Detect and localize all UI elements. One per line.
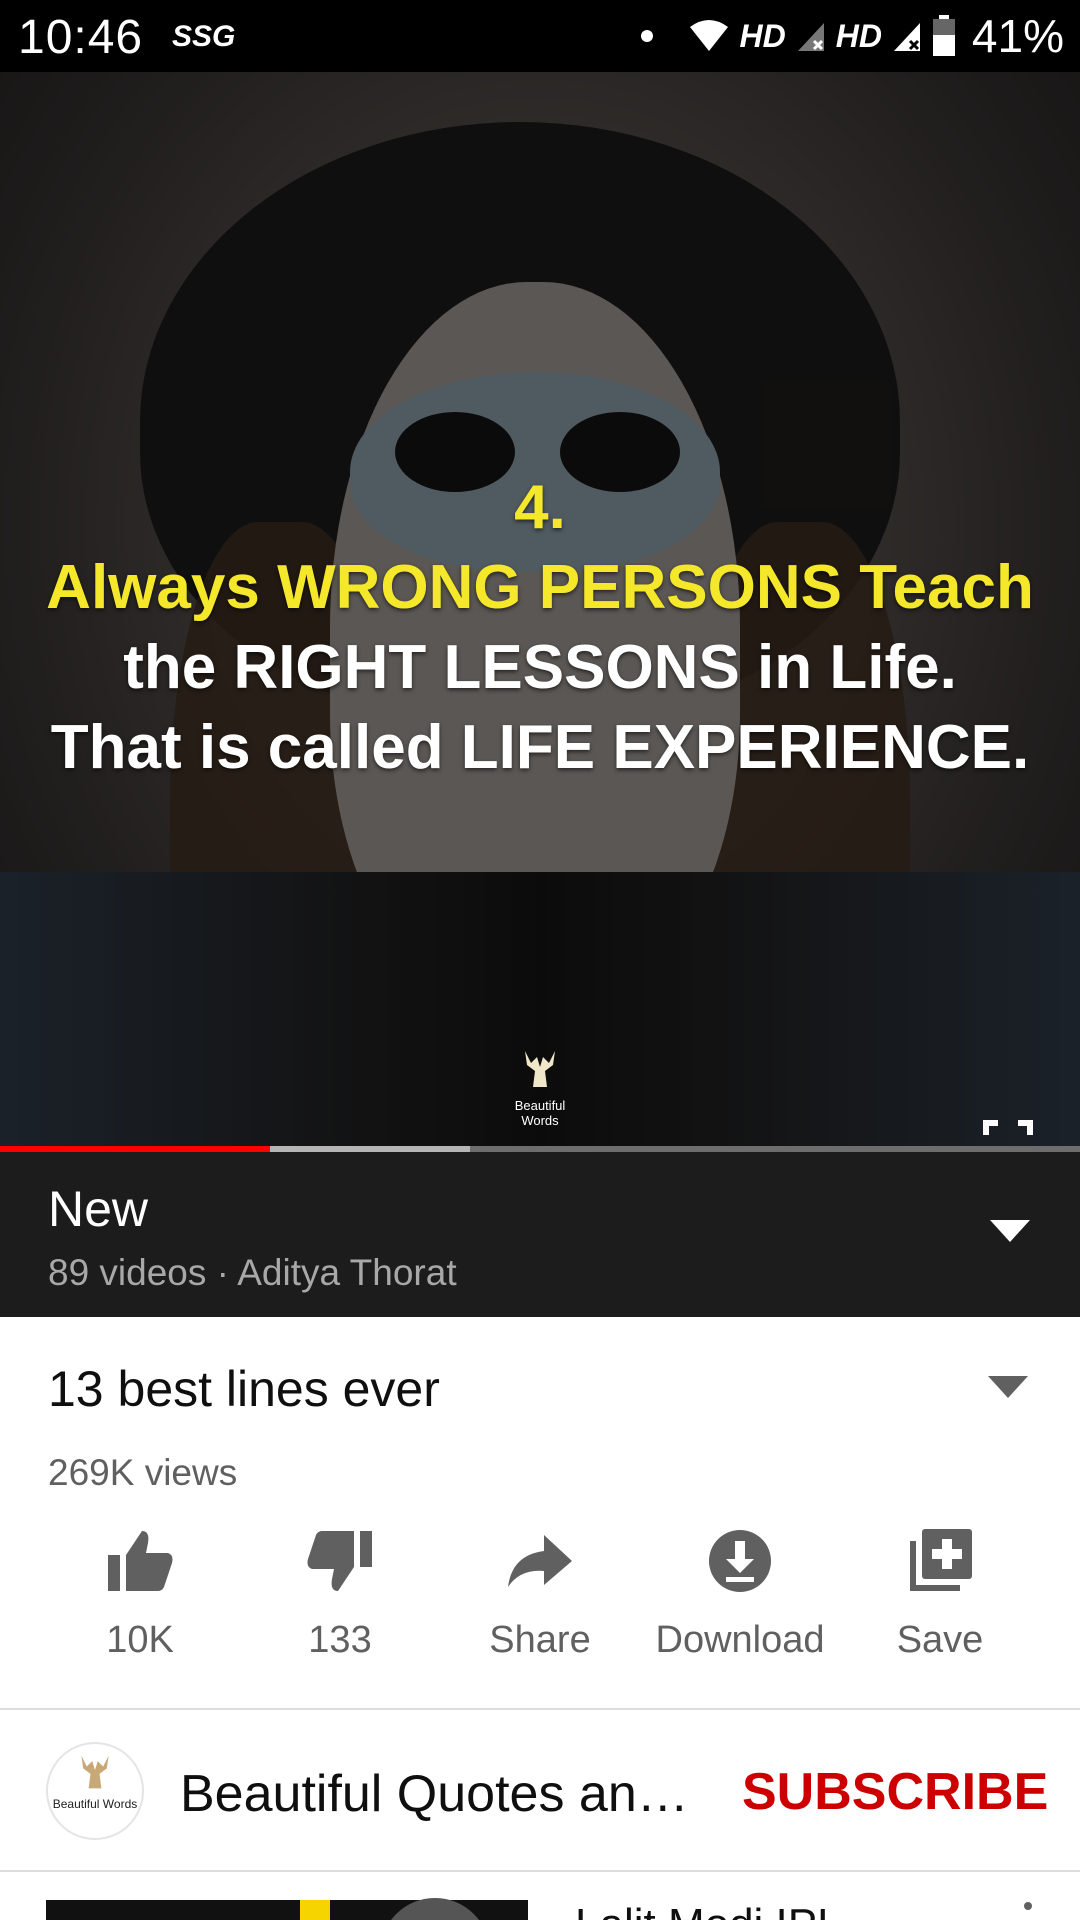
playlist-title: New — [48, 1181, 149, 1237]
like-count: 10K — [106, 1619, 174, 1661]
save-label: Save — [896, 1619, 984, 1661]
dislike-count: 133 — [308, 1619, 372, 1661]
wifi-icon — [690, 20, 729, 51]
playlist-header[interactable]: New 89 videos · Aditya Thorat — [0, 1152, 1080, 1317]
share-button[interactable]: Share — [440, 1525, 640, 1662]
share-icon — [508, 1535, 572, 1587]
channel-avatar[interactable]: Beautiful Words — [46, 1742, 144, 1840]
battery-percent: 41% — [971, 10, 1064, 62]
channel-name[interactable]: Beautiful Quotes an… — [180, 1764, 689, 1824]
channel-row[interactable]: Beautiful Words Beautiful Quotes an… SUB… — [0, 1712, 1080, 1872]
divider — [0, 1708, 1080, 1710]
thumb-down-icon — [307, 1531, 372, 1591]
save-button[interactable]: Save — [840, 1525, 1040, 1662]
deer-logo-icon — [525, 1051, 555, 1087]
video-title[interactable]: 13 best lines ever — [48, 1360, 440, 1418]
download-label: Download — [655, 1619, 825, 1661]
battery-icon — [932, 15, 955, 56]
dislike-button[interactable]: 133 — [240, 1525, 440, 1662]
cell-signal-icon-2 — [893, 23, 920, 51]
download-icon — [709, 1530, 771, 1592]
video-overlay-line: the RIGHT LESSONS in Life. — [123, 633, 957, 702]
expand-description-icon[interactable] — [988, 1376, 1028, 1400]
cell-signal-icon — [797, 23, 824, 51]
status-carrier: SSG — [172, 20, 236, 53]
video-watermark: Beautiful Words — [500, 1047, 580, 1128]
view-count: 269K views — [48, 1452, 238, 1493]
network-hd-label: HD — [739, 17, 786, 54]
chevron-down-icon[interactable] — [990, 1220, 1030, 1244]
channel-avatar-text: Beautiful Words — [52, 1797, 138, 1811]
up-next-title[interactable]: Lalit Modi IPL — [575, 1900, 842, 1920]
up-next-item[interactable]: Lalit Modi IPL — [0, 1872, 1080, 1920]
add-to-playlist-icon — [910, 1529, 972, 1591]
like-button[interactable]: 10K — [40, 1525, 240, 1662]
status-bar: 10:46 SSG HD HD 41% — [0, 0, 1080, 72]
playlist-meta: 89 videos · Aditya Thorat — [48, 1252, 457, 1293]
subscribe-button[interactable]: SUBSCRIBE — [742, 1762, 1048, 1822]
video-overlay-line: That is called LIFE EXPERIENCE. — [50, 713, 1030, 782]
status-icons: HD HD 41% — [641, 0, 1064, 72]
video-overlay-line: Always WRONG PERSONS Teach — [46, 553, 1034, 622]
notification-dot-icon — [641, 30, 654, 42]
share-label: Share — [489, 1619, 591, 1661]
action-bar: 10K 133 Share Download Save — [40, 1525, 1040, 1665]
up-next-thumbnail-accent — [300, 1900, 330, 1920]
deer-logo-icon — [81, 1755, 109, 1789]
video-overlay-number: 4. — [514, 473, 566, 542]
network-hd-label-2: HD — [835, 17, 882, 54]
video-player[interactable]: 4. Always WRONG PERSONS Teach the RIGHT … — [0, 72, 1080, 1150]
more-options-icon[interactable] — [1024, 1902, 1032, 1910]
status-time: 10:46 — [18, 11, 144, 64]
thumb-up-icon — [108, 1531, 173, 1591]
video-watermark-text: Beautiful Words — [514, 1098, 566, 1128]
download-button[interactable]: Download — [640, 1525, 840, 1662]
